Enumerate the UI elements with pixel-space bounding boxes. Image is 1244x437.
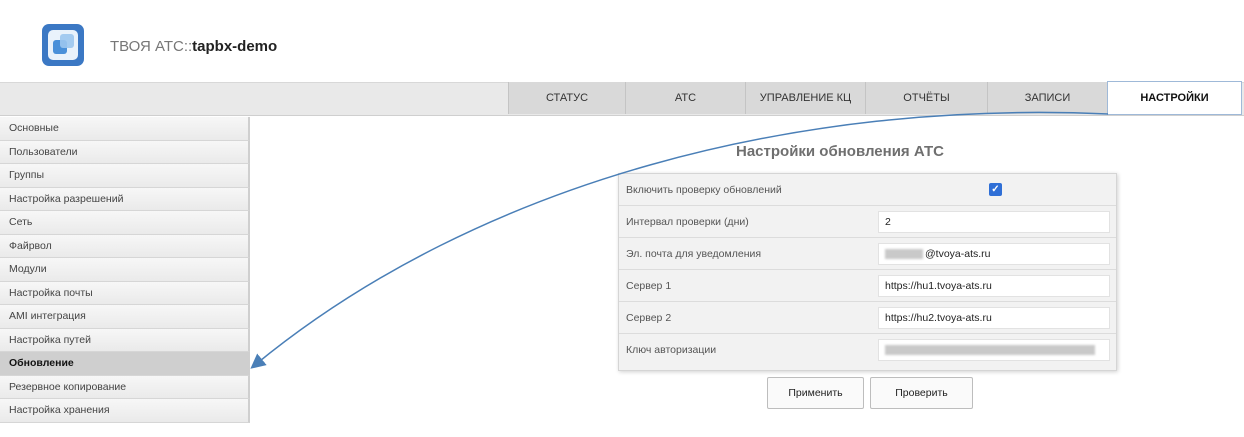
tab-settings[interactable]: НАСТРОЙКИ: [1107, 81, 1242, 115]
tab-records[interactable]: ЗАПИСИ: [987, 82, 1107, 114]
interval-input[interactable]: 2: [878, 211, 1110, 233]
app-header: ТВОЯ АТС::tapbx-demo: [0, 0, 1244, 82]
tab-reports[interactable]: ОТЧЁТЫ: [865, 82, 987, 114]
server2-label: Сервер 2: [626, 312, 672, 324]
auth-key-input[interactable]: [878, 339, 1110, 361]
sidebar-item-modules[interactable]: Модули: [0, 258, 250, 282]
page-title: Настройки обновления АТС: [736, 143, 944, 160]
row-email: Эл. почта для уведомления @tvoya-ats.ru: [619, 238, 1116, 270]
tab-call-center[interactable]: УПРАВЛЕНИЕ КЦ: [745, 82, 865, 114]
email-input[interactable]: @tvoya-ats.ru: [878, 243, 1110, 265]
redacted-block: [885, 345, 1095, 356]
sidebar-item-groups[interactable]: Группы: [0, 164, 250, 188]
row-enable-check: Включить проверку обновлений ✓: [619, 174, 1116, 206]
sidebar-item-paths[interactable]: Настройка путей: [0, 328, 250, 352]
sidebar-item-update[interactable]: Обновление: [0, 352, 250, 376]
app-title-name: tapbx-demo: [192, 38, 278, 55]
sidebar-item-mail[interactable]: Настройка почты: [0, 281, 250, 305]
apply-button[interactable]: Применить: [767, 377, 864, 409]
app-title: ТВОЯ АТС::tapbx-demo: [110, 38, 277, 55]
enable-check-label: Включить проверку обновлений: [626, 184, 782, 196]
tab-status[interactable]: СТАТУС: [508, 82, 625, 114]
sidebar-item-permissions[interactable]: Настройка разрешений: [0, 187, 250, 211]
sidebar-item-general[interactable]: Основные: [0, 117, 250, 141]
row-interval: Интервал проверки (дни) 2: [619, 206, 1116, 238]
email-domain: @tvoya-ats.ru: [925, 248, 991, 260]
tab-ats[interactable]: АТС: [625, 82, 745, 114]
row-server2: Сервер 2 https://hu2.tvoya-ats.ru: [619, 302, 1116, 334]
row-auth-key: Ключ авторизации: [619, 334, 1116, 366]
sidebar-item-ami[interactable]: AMI интеграция: [0, 305, 250, 329]
sidebar: Основные Пользователи Группы Настройка р…: [0, 117, 250, 437]
server2-input[interactable]: https://hu2.tvoya-ats.ru: [878, 307, 1110, 329]
sidebar-item-storage[interactable]: Настройка хранения: [0, 399, 250, 423]
sidebar-item-network[interactable]: Сеть: [0, 211, 250, 235]
app-title-prefix: ТВОЯ АТС::: [110, 38, 193, 55]
redacted-block: [885, 249, 923, 260]
server1-input[interactable]: https://hu1.tvoya-ats.ru: [878, 275, 1110, 297]
enable-check-checkbox[interactable]: ✓: [989, 183, 1002, 196]
sidebar-item-users[interactable]: Пользователи: [0, 140, 250, 164]
update-settings-form: Включить проверку обновлений ✓ Интервал …: [618, 173, 1117, 371]
row-server1: Сервер 1 https://hu1.tvoya-ats.ru: [619, 270, 1116, 302]
app-logo-icon: [40, 22, 86, 68]
sidebar-item-backup[interactable]: Резервное копирование: [0, 375, 250, 399]
interval-label: Интервал проверки (дни): [626, 216, 749, 228]
email-label: Эл. почта для уведомления: [626, 248, 762, 260]
auth-key-label: Ключ авторизации: [626, 344, 717, 356]
sidebar-item-firewall[interactable]: Файрвол: [0, 234, 250, 258]
server1-label: Сервер 1: [626, 280, 672, 292]
check-button[interactable]: Проверить: [870, 377, 973, 409]
